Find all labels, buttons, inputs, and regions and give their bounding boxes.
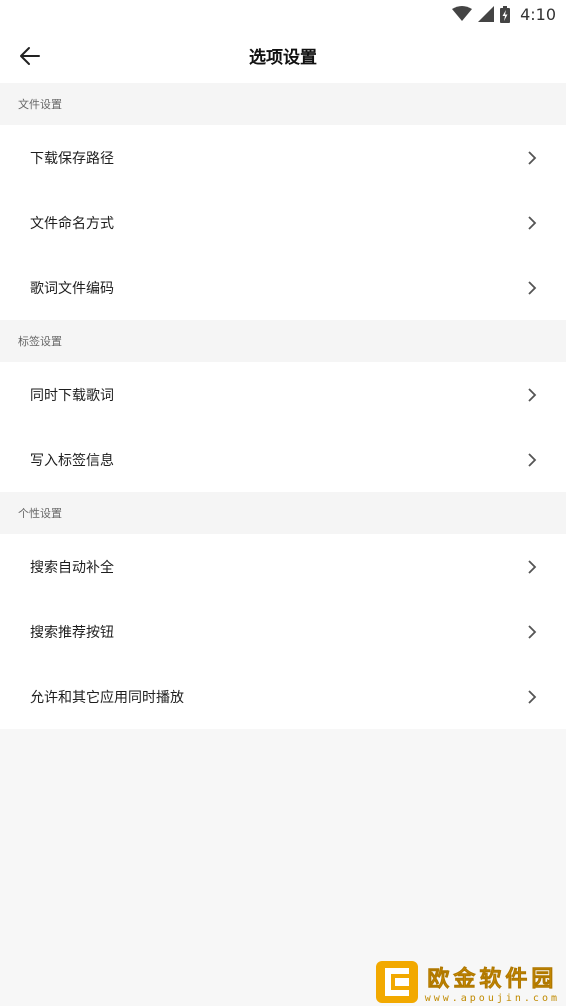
chevron-right-icon bbox=[526, 624, 538, 639]
settings-list: 文件设置 下载保存路径 文件命名方式 歌词文件编码 标签设置 同时下载歌词 写入… bbox=[0, 83, 566, 729]
settings-item-label: 搜索自动补全 bbox=[30, 559, 114, 576]
chevron-right-icon bbox=[526, 689, 538, 704]
section-header-personal: 个性设置 bbox=[0, 492, 566, 534]
battery-charging-icon bbox=[500, 5, 511, 23]
settings-item-search-recommend[interactable]: 搜索推荐按钮 bbox=[0, 599, 566, 664]
chevron-right-icon bbox=[526, 559, 538, 574]
settings-item-file-naming[interactable]: 文件命名方式 bbox=[0, 190, 566, 255]
settings-item-mix-playback[interactable]: 允许和其它应用同时播放 bbox=[0, 664, 566, 729]
chevron-right-icon bbox=[526, 387, 538, 402]
settings-item-label: 下载保存路径 bbox=[30, 150, 114, 167]
settings-item-download-path[interactable]: 下载保存路径 bbox=[0, 125, 566, 190]
settings-item-label: 文件命名方式 bbox=[30, 215, 114, 232]
section-header-file: 文件设置 bbox=[0, 83, 566, 125]
settings-item-label: 歌词文件编码 bbox=[30, 280, 114, 297]
settings-item-lyrics-encoding[interactable]: 歌词文件编码 bbox=[0, 255, 566, 320]
chevron-right-icon bbox=[526, 215, 538, 230]
watermark-logo-icon bbox=[375, 961, 418, 1003]
status-bar: 4:10 bbox=[0, 0, 566, 28]
back-button[interactable] bbox=[14, 40, 46, 72]
settings-item-label: 搜索推荐按钮 bbox=[30, 624, 114, 641]
watermark-text: 欧金软件园 www.apoujin.com bbox=[424, 961, 560, 1004]
arrow-left-icon bbox=[20, 47, 40, 65]
chevron-right-icon bbox=[526, 280, 538, 295]
watermark-url: www.apoujin.com bbox=[424, 992, 560, 1004]
status-time: 4:10 bbox=[520, 4, 556, 24]
app-bar: 选项设置 bbox=[0, 28, 566, 83]
settings-item-label: 写入标签信息 bbox=[30, 452, 114, 469]
settings-item-write-tags[interactable]: 写入标签信息 bbox=[0, 427, 566, 492]
chevron-right-icon bbox=[526, 452, 538, 467]
settings-item-download-lyrics[interactable]: 同时下载歌词 bbox=[0, 362, 566, 427]
settings-item-search-autocomplete[interactable]: 搜索自动补全 bbox=[0, 534, 566, 599]
settings-item-label: 允许和其它应用同时播放 bbox=[30, 689, 184, 706]
wifi-icon bbox=[452, 6, 473, 21]
watermark-brand: 欧金软件园 bbox=[427, 966, 558, 992]
section-header-tags: 标签设置 bbox=[0, 320, 566, 362]
settings-item-label: 同时下载歌词 bbox=[30, 387, 114, 404]
page-title: 选项设置 bbox=[249, 48, 317, 68]
watermark: 欧金软件园 www.apoujin.com bbox=[375, 960, 560, 1004]
chevron-right-icon bbox=[526, 150, 538, 165]
signal-icon bbox=[478, 6, 495, 22]
